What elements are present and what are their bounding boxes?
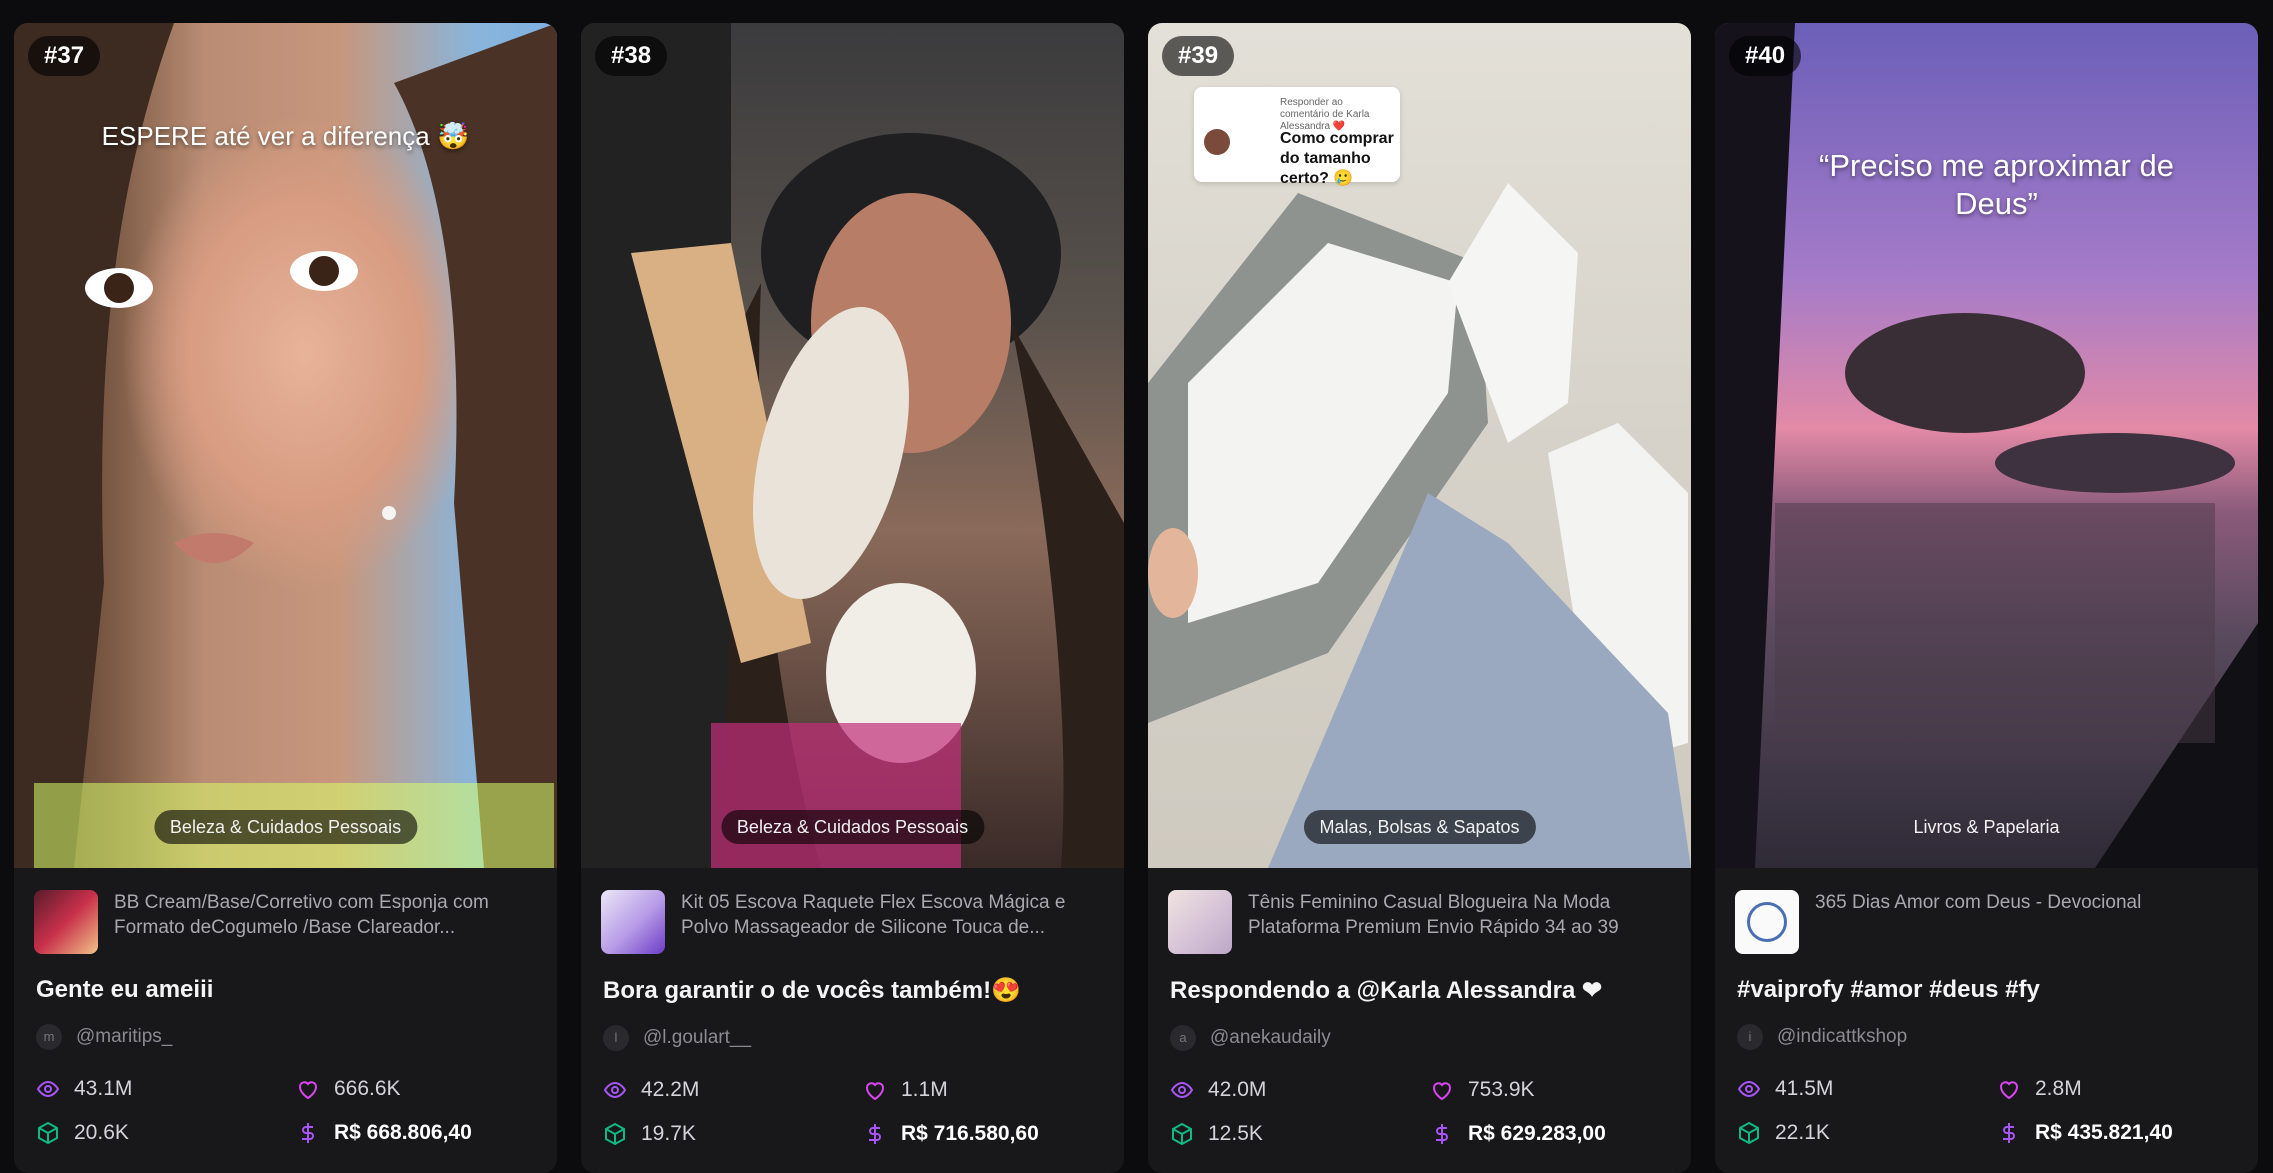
box-icon bbox=[605, 1122, 625, 1146]
product-row[interactable]: BB Cream/Base/Corretivo com Esponja com … bbox=[14, 868, 557, 956]
avatar: a bbox=[1170, 1025, 1196, 1051]
product-thumbnail bbox=[34, 890, 98, 954]
video-overlay-text: “Preciso me aproximar de Deus” bbox=[1819, 148, 2174, 221]
author-handle[interactable]: @l.goulart__ bbox=[643, 1027, 751, 1049]
rank-badge: #37 bbox=[28, 36, 101, 76]
likes-stat: 2.8M bbox=[1997, 1076, 2257, 1102]
heart-icon bbox=[299, 1081, 317, 1100]
product-title[interactable]: Tênis Feminino Casual Blogueira Na Moda … bbox=[1248, 890, 1671, 940]
avatar: i bbox=[1737, 1024, 1763, 1050]
box-icon bbox=[38, 1121, 58, 1145]
revenue-stat: R$ 435.821,40 bbox=[1997, 1120, 2257, 1146]
views-stat: 41.5M bbox=[1737, 1076, 1997, 1102]
video-grid: #37 ESPERE até ver a diferença 🤯 Beleza … bbox=[14, 23, 2258, 1173]
likes-stat: 666.6K bbox=[296, 1076, 556, 1102]
video-thumbnail[interactable]: Responder ao comentário de Karla Alessan… bbox=[1148, 23, 1691, 868]
video-card[interactable]: #37 ESPERE até ver a diferença 🤯 Beleza … bbox=[14, 23, 557, 1173]
product-row[interactable]: Tênis Feminino Casual Blogueira Na Moda … bbox=[1148, 868, 1691, 956]
video-card[interactable]: Responder ao comentário de Karla Alessan… bbox=[1148, 23, 1691, 1173]
product-row[interactable]: Kit 05 Escova Raquete Flex Escova Mágica… bbox=[581, 868, 1124, 956]
avatar: m bbox=[36, 1024, 62, 1050]
box-icon bbox=[1172, 1122, 1192, 1146]
rank-badge: #38 bbox=[595, 36, 668, 76]
revenue-stat: R$ 668.806,40 bbox=[296, 1120, 556, 1146]
video-thumbnail[interactable]: #37 ESPERE até ver a diferença 🤯 Beleza … bbox=[14, 23, 557, 868]
views-stat: 42.2M bbox=[603, 1077, 863, 1103]
category-badge: Malas, Bolsas & Sapatos bbox=[1303, 810, 1536, 844]
avatar: l bbox=[603, 1025, 629, 1051]
category-badge: Beleza & Cuidados Pessoais bbox=[720, 810, 985, 844]
dollar-icon bbox=[1436, 1124, 1448, 1144]
product-title[interactable]: BB Cream/Base/Corretivo com Esponja com … bbox=[114, 890, 537, 940]
likes-stat: 1.1M bbox=[863, 1077, 1123, 1103]
product-thumbnail bbox=[1735, 890, 1799, 954]
author-handle[interactable]: @maritips_ bbox=[76, 1026, 172, 1048]
dollar-icon bbox=[2003, 1123, 2015, 1143]
stats: 43.1M 666.6K 20.6K R$ 668.806,40 bbox=[14, 1076, 557, 1146]
author-row[interactable]: a @anekaudaily bbox=[1148, 1025, 1691, 1051]
author-row[interactable]: m @maritips_ bbox=[14, 1024, 557, 1050]
product-row[interactable]: 365 Dias Amor com Deus - Devocional bbox=[1715, 868, 2258, 956]
rank-badge: #40 bbox=[1729, 36, 1802, 76]
likes-stat: 753.9K bbox=[1430, 1077, 1690, 1103]
reply-label: Responder ao comentário de Karla Alessan… bbox=[1280, 97, 1370, 132]
author-handle[interactable]: @indicattkshop bbox=[1777, 1026, 1907, 1048]
video-title[interactable]: Gente eu ameiii bbox=[14, 976, 557, 1004]
author-row[interactable]: l @l.goulart__ bbox=[581, 1025, 1124, 1051]
stats: 42.0M 753.9K 12.5K R$ 629.283,00 bbox=[1148, 1077, 1691, 1147]
product-title[interactable]: 365 Dias Amor com Deus - Devocional bbox=[1815, 890, 2141, 940]
views-stat: 43.1M bbox=[36, 1076, 296, 1102]
box-icon bbox=[1739, 1121, 1759, 1145]
views-stat: 42.0M bbox=[1170, 1077, 1430, 1103]
product-thumbnail bbox=[1168, 890, 1232, 954]
video-overlay-text: ESPERE até ver a diferença 🤯 bbox=[101, 121, 470, 151]
stats: 41.5M 2.8M 22.1K R$ 435.821,40 bbox=[1715, 1076, 2258, 1146]
heart-icon bbox=[2000, 1081, 2018, 1100]
author-row[interactable]: i @indicattkshop bbox=[1715, 1024, 2258, 1050]
sales-stat: 20.6K bbox=[36, 1120, 296, 1146]
revenue-stat: R$ 716.580,60 bbox=[863, 1121, 1123, 1147]
video-thumbnail[interactable]: #38 Beleza & Cuidados Pessoais bbox=[581, 23, 1124, 868]
dollar-icon bbox=[869, 1124, 881, 1144]
video-title[interactable]: Bora garantir o de vocês também!😍 bbox=[581, 976, 1124, 1005]
eye-icon bbox=[603, 1081, 627, 1099]
stats: 42.2M 1.1M 19.7K R$ 716.580,60 bbox=[581, 1077, 1124, 1147]
author-handle[interactable]: @anekaudaily bbox=[1210, 1027, 1331, 1049]
category-badge: Livros & Papelaria bbox=[1913, 817, 2060, 837]
heart-icon bbox=[1433, 1082, 1451, 1101]
avatar bbox=[1204, 129, 1230, 155]
reply-comment-bubble: Responder ao comentário de Karla Alessan… bbox=[1194, 87, 1400, 187]
rank-badge: #39 bbox=[1162, 36, 1235, 76]
video-card[interactable]: #38 Beleza & Cuidados Pessoais Kit 05 Es… bbox=[581, 23, 1124, 1173]
eye-icon bbox=[36, 1080, 60, 1098]
sales-stat: 12.5K bbox=[1170, 1121, 1430, 1147]
video-card[interactable]: #40 “Preciso me aproximar de Deus” Livro… bbox=[1715, 23, 2258, 1173]
product-title[interactable]: Kit 05 Escova Raquete Flex Escova Mágica… bbox=[681, 890, 1104, 940]
category-badge: Beleza & Cuidados Pessoais bbox=[153, 810, 418, 844]
sales-stat: 22.1K bbox=[1737, 1120, 1997, 1146]
heart-icon bbox=[866, 1082, 884, 1101]
product-thumbnail bbox=[601, 890, 665, 954]
video-title[interactable]: #vaiprofy #amor #deus #fy bbox=[1715, 976, 2258, 1004]
sales-stat: 19.7K bbox=[603, 1121, 863, 1147]
video-thumbnail[interactable]: #40 “Preciso me aproximar de Deus” Livro… bbox=[1715, 23, 2258, 868]
comment-text: Como comprar do tamanho certo? 🥲 bbox=[1280, 130, 1394, 187]
eye-icon bbox=[1737, 1080, 1761, 1098]
revenue-stat: R$ 629.283,00 bbox=[1430, 1121, 1690, 1147]
eye-icon bbox=[1170, 1081, 1194, 1099]
dollar-icon bbox=[302, 1123, 314, 1143]
video-title[interactable]: Respondendo a @Karla Alessandra ❤ bbox=[1148, 976, 1691, 1005]
